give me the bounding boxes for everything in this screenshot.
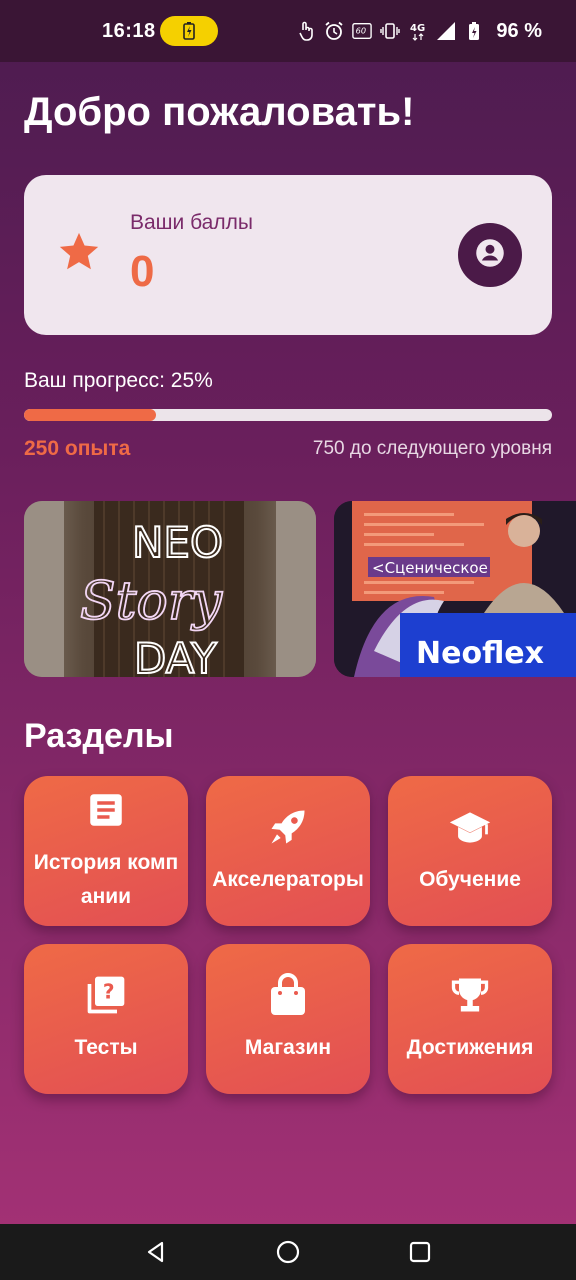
neoflex-image: <Сценическое Neoflex	[334, 501, 576, 677]
trophy-icon	[448, 973, 492, 1017]
battery-percent: 96 %	[496, 19, 542, 42]
svg-text:DAY: DAY	[134, 634, 217, 677]
quiz-icon: ?	[84, 973, 128, 1017]
graduation-cap-icon	[448, 805, 492, 849]
shopping-bag-icon	[266, 973, 310, 1017]
page-title: Добро пожаловать!	[24, 90, 415, 134]
home-circle-icon	[276, 1240, 300, 1264]
star-icon	[56, 229, 102, 275]
tile-label: Магазин	[244, 1036, 332, 1060]
home-button[interactable]	[268, 1232, 308, 1272]
points-value: 0	[130, 247, 155, 296]
alarm-icon	[324, 21, 344, 41]
recents-square-icon	[409, 1241, 431, 1263]
points-label: Ваши баллы	[130, 211, 253, 234]
charging-pill-icon	[159, 16, 218, 46]
banner-caption: <Сценическое	[372, 559, 488, 577]
touch-icon	[296, 21, 316, 41]
neoflex-logo: Neoflex	[416, 636, 544, 671]
vibrate-icon	[380, 21, 401, 41]
tile-accelerators[interactable]: Акселераторы	[206, 776, 370, 926]
account-icon	[475, 238, 505, 273]
banner-neoflex[interactable]: <Сценическое Neoflex	[334, 501, 576, 677]
tile-shop[interactable]: Магазин	[206, 944, 370, 1094]
next-level-xp: 750 до следующего уровня	[312, 438, 552, 459]
document-icon	[84, 788, 128, 832]
tile-company-history[interactable]: История компании	[24, 776, 188, 926]
rocket-icon	[266, 805, 310, 849]
svg-text:Story: Story	[80, 572, 223, 632]
sections-title: Разделы	[24, 717, 174, 755]
tile-learning[interactable]: Обучение	[388, 776, 552, 926]
tile-label: Акселераторы	[212, 868, 364, 892]
progress-label: Ваш прогресс: 25%	[24, 369, 213, 392]
svg-text:NEO: NEO	[132, 518, 223, 567]
tile-label: Тесты	[74, 1036, 138, 1060]
recents-button[interactable]	[400, 1232, 440, 1272]
back-triangle-icon	[147, 1241, 164, 1263]
sections-grid: История компании Акселераторы Обучение ?…	[24, 776, 552, 1094]
progress-fill	[24, 409, 156, 421]
back-button[interactable]	[136, 1232, 176, 1272]
progress-details: 250 опыта 750 до следующего уровня	[24, 437, 552, 461]
tile-label: История компании	[33, 851, 179, 908]
hz-60-icon: 60	[352, 21, 373, 41]
neo-story-day-image: NEO Story DAY	[24, 501, 316, 677]
battery-icon	[464, 21, 484, 41]
current-xp: 250 опыта	[24, 437, 131, 460]
status-time: 16:18	[102, 19, 156, 42]
signal-icon	[436, 21, 456, 41]
home-page: Добро пожаловать! Ваши баллы 0 Ваш прогр…	[24, 62, 576, 1094]
points-card: Ваши баллы 0	[24, 175, 552, 335]
banner-neo-story-day[interactable]: NEO Story DAY	[24, 501, 316, 677]
tile-tests[interactable]: ? Тесты	[24, 944, 188, 1094]
profile-button[interactable]	[458, 223, 522, 287]
tile-achievements[interactable]: Достижения	[388, 944, 552, 1094]
tile-label: Достижения	[406, 1036, 534, 1060]
status-icons: 60 4G 96 %	[296, 20, 542, 43]
4g-icon: 4G	[408, 21, 428, 41]
system-nav-bar	[0, 1224, 576, 1280]
svg-text:60: 60	[356, 26, 366, 36]
svg-text:?: ?	[103, 980, 115, 1004]
tile-label: Обучение	[419, 868, 521, 892]
status-bar: 16:18 60 4G 96 %	[0, 0, 576, 62]
progress-bar	[24, 409, 552, 421]
svg-text:4G: 4G	[410, 23, 425, 34]
banner-carousel[interactable]: NEO Story DAY <Сценическое Neoflex	[24, 501, 576, 677]
